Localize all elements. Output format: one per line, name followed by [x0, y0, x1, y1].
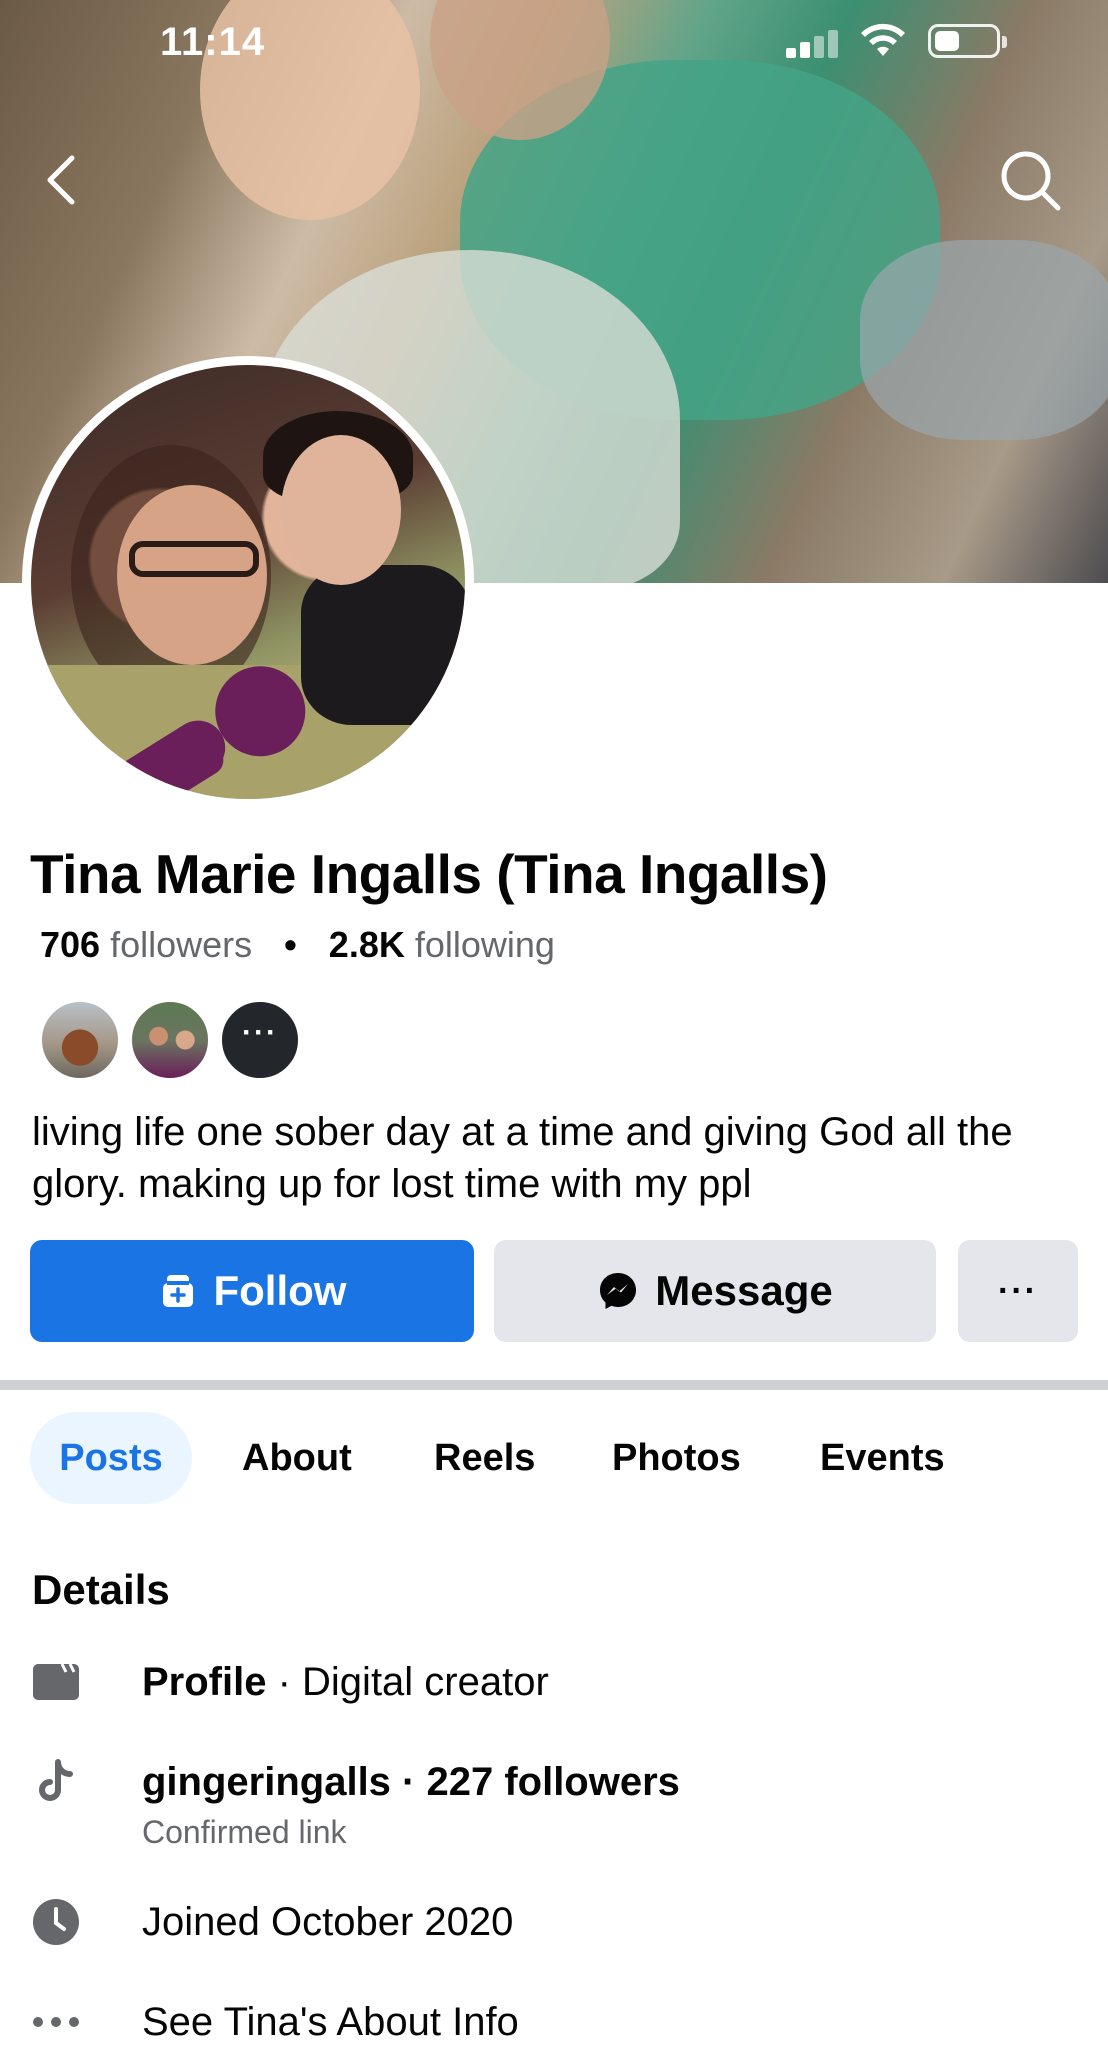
mutuals-more-button[interactable]: ···	[220, 1000, 300, 1080]
tab-posts[interactable]: Posts	[30, 1412, 192, 1504]
profile-picture-shape	[281, 435, 401, 585]
mutual-avatar[interactable]	[40, 1000, 120, 1080]
wifi-icon	[861, 23, 905, 56]
following-label[interactable]: following	[415, 924, 555, 965]
profile-bio: living life one sober day at a time and …	[32, 1110, 1013, 1206]
followers-label[interactable]: followers	[110, 924, 252, 965]
more-options-button[interactable]: ···	[958, 1240, 1078, 1342]
status-bar: 11:14	[0, 0, 1108, 84]
message-button[interactable]: Message	[494, 1240, 936, 1342]
tab-reels[interactable]: Reels	[434, 1412, 535, 1504]
status-time: 11:14	[160, 20, 266, 64]
tiktok-icon	[30, 1756, 82, 1808]
battery-icon	[928, 24, 1007, 58]
cover-photo-shape	[860, 240, 1108, 440]
profile-picture-image	[31, 365, 465, 799]
section-divider	[0, 1380, 1108, 1390]
profile-category: · Digital creator	[266, 1660, 549, 1704]
profile-picture-shape	[129, 541, 259, 577]
signal-icon	[786, 30, 842, 58]
clock-icon	[30, 1896, 82, 1948]
battery-tip	[1002, 36, 1007, 48]
detail-joined: Joined October 2020	[30, 1896, 513, 1948]
detail-profile-type: Profile · Digital creator	[30, 1656, 549, 1708]
profile-picture-shape	[301, 565, 465, 725]
tiktok-confirmed-label: Confirmed link	[142, 1814, 347, 1850]
stats-separator: •	[284, 924, 297, 965]
profile-picture[interactable]	[22, 356, 474, 808]
see-about-info-link[interactable]: See Tina's About Info	[30, 1996, 519, 2048]
mutual-avatar[interactable]	[130, 1000, 210, 1080]
ellipsis-icon	[30, 1996, 82, 2048]
follow-icon	[162, 1275, 193, 1307]
followers-count[interactable]: 706	[40, 924, 100, 965]
see-about-info-label: See Tina's About Info	[142, 2000, 519, 2044]
message-button-label: Message	[655, 1267, 833, 1314]
profile-name: Tina Marie Ingalls (Tina Ingalls)	[30, 843, 828, 905]
search-icon[interactable]	[994, 144, 1066, 216]
joined-date: Joined October 2020	[142, 1900, 514, 1944]
details-heading: Details	[32, 1566, 170, 1613]
battery-level	[935, 31, 959, 51]
more-icon: ···	[998, 1271, 1038, 1310]
following-count[interactable]: 2.8K	[329, 924, 405, 965]
tiktok-handle[interactable]: gingeringalls · 227 followers	[142, 1756, 680, 1808]
tab-events[interactable]: Events	[820, 1412, 945, 1504]
messenger-icon	[600, 1273, 637, 1309]
profile-type-label: Profile	[142, 1660, 267, 1704]
detail-tiktok-link[interactable]: gingeringalls · 227 followers Confirmed …	[30, 1756, 680, 1852]
back-icon[interactable]	[36, 144, 88, 216]
follow-button-label: Follow	[213, 1267, 347, 1314]
tab-about[interactable]: About	[242, 1412, 352, 1504]
page-icon	[30, 1656, 82, 1708]
follow-stats: 706 followers • 2.8K following	[40, 924, 555, 966]
tab-photos[interactable]: Photos	[612, 1412, 741, 1504]
follow-button[interactable]: Follow	[30, 1240, 474, 1342]
